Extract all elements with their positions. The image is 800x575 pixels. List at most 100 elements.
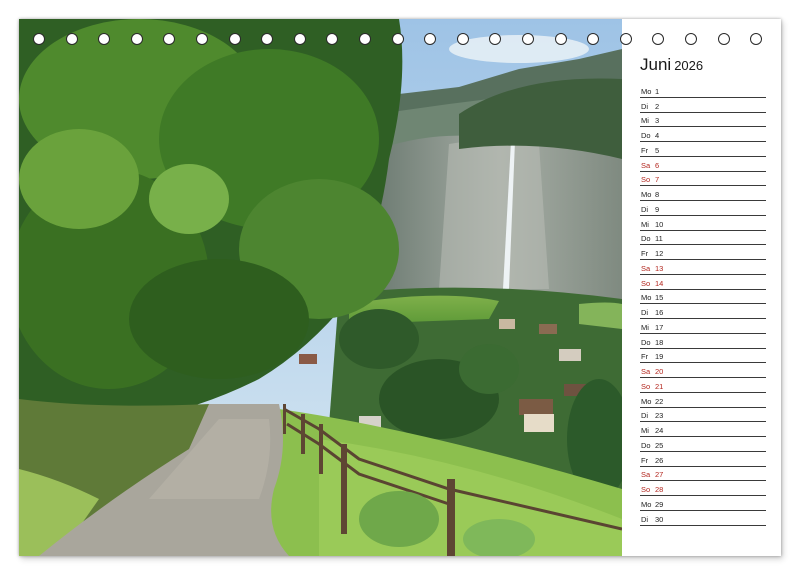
weekday-label: Di <box>641 101 649 111</box>
day-number: 16 <box>655 308 664 317</box>
day-number: 18 <box>655 337 664 347</box>
day-number: 10 <box>655 219 664 229</box>
weekday-label: Mo <box>641 499 652 509</box>
binding-hole <box>65 33 78 45</box>
day-number: 3 <box>655 116 660 126</box>
day-number: 13 <box>655 263 664 273</box>
day-number: 2 <box>655 101 660 111</box>
binding-hole <box>587 33 600 45</box>
day-number: 1 <box>655 86 660 96</box>
day-row: So 14 <box>640 275 766 290</box>
day-number: 30 <box>655 514 664 524</box>
day-row: So 7 <box>640 172 766 187</box>
weekday-label: Mi <box>641 116 649 126</box>
weekday-label: Do <box>641 440 651 450</box>
day-number: 17 <box>655 322 664 332</box>
day-row: Fr 19 <box>640 349 766 364</box>
day-row: Di 30 <box>640 511 766 526</box>
day-row: Fr 26 <box>640 452 766 467</box>
binding-hole <box>130 33 143 45</box>
day-number: 21 <box>655 381 664 391</box>
weekday-label: Mi <box>641 219 649 229</box>
weekday-label: So <box>641 381 651 391</box>
binding-hole <box>522 33 534 45</box>
binding-hole <box>33 33 45 45</box>
day-number: 4 <box>655 131 660 140</box>
day-row: Fr 12 <box>640 245 766 260</box>
day-row: Di 2 <box>640 98 766 113</box>
day-row: Do 11 <box>640 231 766 246</box>
day-row: Sa 27 <box>640 467 766 482</box>
day-number: 15 <box>655 293 664 303</box>
day-row: Mi 3 <box>640 113 766 128</box>
day-row: Mo 8 <box>640 186 766 201</box>
weekday-label: Fr <box>641 352 649 362</box>
day-number: 26 <box>655 455 664 465</box>
valley-scene-illustration <box>19 19 622 556</box>
binding-hole <box>554 33 567 45</box>
weekday-label: Do <box>641 337 651 347</box>
day-row: Do 25 <box>640 437 766 452</box>
month-name: Juni <box>640 55 672 74</box>
day-number: 9 <box>655 204 660 214</box>
day-row: Mi 24 <box>640 422 766 437</box>
day-list: Mo 1 Di 2 Mi 3 Do 4 Fr 5 Sa 6 So 7 Mo 8 Di 9 Mi 10 Do 11 Fr 12 S… <box>640 83 766 526</box>
day-number: 7 <box>655 175 660 185</box>
weekday-label: Mo <box>641 190 652 199</box>
day-row: Di 16 <box>640 304 766 319</box>
binding-hole <box>391 33 404 45</box>
day-row: Mo 29 <box>640 496 766 511</box>
weekday-label: Sa <box>641 470 651 480</box>
day-number: 12 <box>655 249 664 258</box>
binding-hole <box>424 33 437 45</box>
day-row: Mo 15 <box>640 290 766 305</box>
weekday-label: Di <box>641 411 649 421</box>
day-number: 19 <box>655 352 664 362</box>
day-row: Sa 13 <box>640 260 766 275</box>
day-row: Sa 20 <box>640 363 766 378</box>
day-row: Mi 17 <box>640 319 766 334</box>
weekday-label: Di <box>641 308 649 317</box>
weekday-label: Mo <box>641 86 652 96</box>
day-number: 14 <box>655 278 664 288</box>
day-row: Mi 10 <box>640 216 766 231</box>
day-row: Sa 6 <box>640 157 766 172</box>
day-row: Di 9 <box>640 201 766 216</box>
day-number: 25 <box>655 440 664 450</box>
weekday-label: Di <box>641 514 649 524</box>
weekday-label: Sa <box>641 367 651 376</box>
day-number: 6 <box>655 160 660 170</box>
day-row: Mo 1 <box>640 83 766 98</box>
weekday-label: Mi <box>641 426 649 435</box>
binding-hole <box>228 33 241 45</box>
weekday-label: Di <box>641 204 649 214</box>
day-number: 29 <box>655 499 664 509</box>
day-number: 28 <box>655 485 664 494</box>
weekday-label: Fr <box>641 145 649 155</box>
day-row: Fr 5 <box>640 142 766 157</box>
binding-hole <box>489 33 502 45</box>
month-title: Juni 2026 <box>640 55 703 75</box>
weekday-label: Sa <box>641 263 651 273</box>
weekday-label: Sa <box>641 160 651 170</box>
weekday-label: Mo <box>641 396 652 406</box>
day-number: 20 <box>655 367 664 376</box>
day-row: Di 23 <box>640 408 766 423</box>
weekday-label: Do <box>641 131 651 140</box>
binding-hole <box>359 33 371 45</box>
day-number: 11 <box>655 234 663 244</box>
year-label: 2026 <box>674 58 704 73</box>
day-number: 27 <box>655 470 664 480</box>
weekday-label: So <box>641 485 651 494</box>
day-number: 5 <box>655 145 660 155</box>
binding-hole <box>293 33 306 45</box>
day-number: 22 <box>655 396 664 406</box>
weekday-label: Mo <box>641 293 652 303</box>
weekday-label: Fr <box>641 249 649 258</box>
day-row: Mo 22 <box>640 393 766 408</box>
weekday-label: So <box>641 175 651 185</box>
binding-hole <box>196 33 208 45</box>
binding-hole <box>326 33 339 45</box>
calendar-panel: Juni 2026 Mo 1 Di 2 Mi 3 Do 4 Fr 5 Sa 6 So 7 Mo 8 Di 9 Mi 10… <box>622 19 781 556</box>
weekday-label: Do <box>641 234 651 244</box>
